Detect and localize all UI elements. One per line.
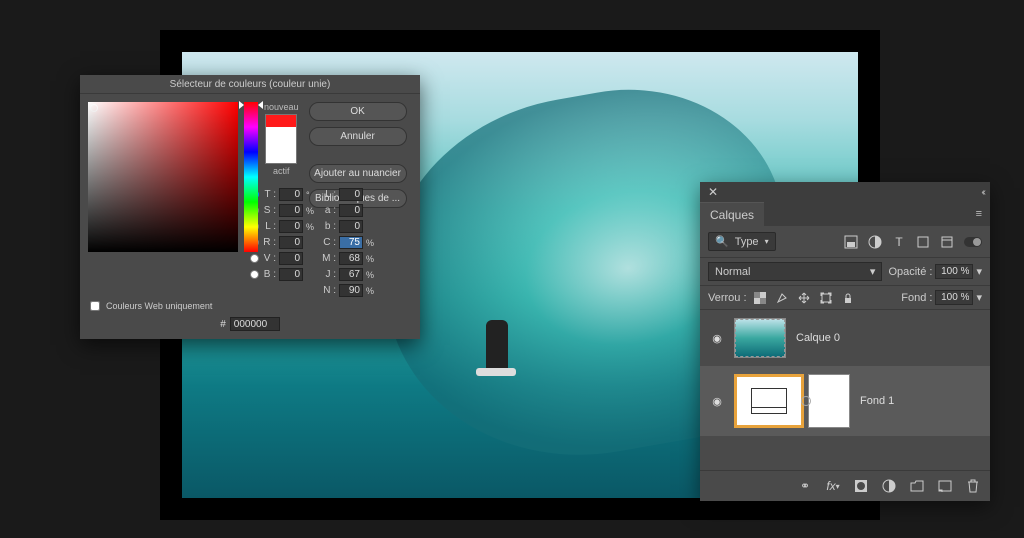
lock-label: Verrou : — [708, 292, 747, 304]
sv-cursor[interactable] — [90, 104, 98, 112]
chevron-down-icon[interactable]: ▾ — [976, 265, 982, 278]
filter-toggle[interactable] — [964, 237, 982, 247]
blend-mode-dropdown[interactable]: Normal ▾ — [708, 262, 882, 281]
web-colors-only-checkbox[interactable]: Couleurs Web uniquement — [90, 301, 412, 311]
black-input[interactable] — [339, 284, 363, 297]
fill-label: Fond : — [901, 292, 932, 304]
new-group-icon[interactable] — [910, 479, 924, 493]
filter-type-icon[interactable]: T — [892, 235, 906, 249]
visibility-toggle-icon[interactable]: ◉ — [710, 395, 724, 408]
layers-panel: ✕ ‹‹ Calques ≡ 🔍 Type ▾ T Normal ▾ Opaci… — [700, 182, 990, 501]
layer-thumbnail[interactable] — [734, 374, 804, 428]
ok-button[interactable]: OK — [309, 102, 407, 121]
add-mask-icon[interactable] — [854, 479, 868, 493]
add-to-swatches-button[interactable]: Ajouter au nuancier — [309, 164, 407, 183]
lab-a-input[interactable] — [339, 204, 363, 217]
yellow-input[interactable] — [339, 268, 363, 281]
filter-shape-icon[interactable] — [916, 235, 930, 249]
new-color-swatch[interactable] — [266, 115, 296, 139]
photo-surfer — [486, 320, 508, 370]
current-color-label: actif — [273, 166, 290, 176]
layers-tab[interactable]: Calques — [700, 202, 764, 226]
lab-b-input[interactable] — [339, 220, 363, 233]
hue-slider[interactable] — [244, 102, 258, 252]
new-layer-icon[interactable] — [938, 479, 952, 493]
blue-radio[interactable] — [250, 270, 259, 279]
green-input[interactable] — [279, 252, 303, 265]
blue-input[interactable] — [279, 268, 303, 281]
lightness-input[interactable] — [279, 220, 303, 233]
layer-filter-type-dropdown[interactable]: 🔍 Type ▾ — [708, 232, 776, 251]
lock-pixels-icon[interactable] — [775, 291, 789, 305]
current-color-swatch[interactable] — [266, 139, 296, 163]
dialog-title: Sélecteur de couleurs (couleur unie) — [80, 75, 420, 94]
layer-thumbnail[interactable] — [734, 318, 786, 358]
layer-name[interactable]: Fond 1 — [860, 395, 894, 407]
filter-adjustment-icon[interactable] — [868, 235, 882, 249]
lock-transparency-icon[interactable] — [753, 291, 767, 305]
lock-position-icon[interactable] — [797, 291, 811, 305]
fill-input[interactable] — [935, 290, 973, 305]
cancel-button[interactable]: Annuler — [309, 127, 407, 146]
close-panel-icon[interactable]: ✕ — [706, 185, 720, 199]
saturation-input[interactable] — [279, 204, 303, 217]
red-input[interactable] — [279, 236, 303, 249]
layer-row[interactable]: ◉ Calque 0 — [700, 310, 990, 366]
chevron-down-icon: ▾ — [765, 237, 769, 246]
visibility-toggle-icon[interactable]: ◉ — [710, 332, 724, 345]
layer-row[interactable]: ◉ Fond 1 — [700, 366, 990, 436]
link-layers-icon[interactable]: ⚭ — [798, 479, 812, 493]
filter-pixel-icon[interactable] — [844, 235, 858, 249]
collapse-panel-icon[interactable]: ‹‹ — [981, 187, 984, 198]
search-icon: 🔍 — [715, 235, 729, 248]
new-adjustment-layer-icon[interactable] — [882, 479, 896, 493]
lock-artboard-icon[interactable] — [819, 291, 833, 305]
delete-layer-icon[interactable] — [966, 479, 980, 493]
layer-list: ◉ Calque 0 ◉ Fond 1 — [700, 310, 990, 470]
lab-l-input[interactable] — [339, 188, 363, 201]
layer-name[interactable]: Calque 0 — [796, 332, 840, 344]
hex-input[interactable] — [230, 317, 280, 331]
filter-smartobject-icon[interactable] — [940, 235, 954, 249]
panel-menu-icon[interactable]: ≡ — [968, 208, 990, 220]
layer-mask-thumbnail[interactable] — [808, 374, 850, 428]
solid-fill-icon — [751, 388, 787, 414]
new-color-label: nouveau — [264, 102, 299, 112]
hue-input[interactable] — [279, 188, 303, 201]
opacity-label: Opacité : — [888, 266, 932, 278]
cyan-input[interactable] — [339, 236, 363, 249]
chevron-down-icon[interactable]: ▾ — [976, 291, 982, 304]
chevron-down-icon: ▾ — [870, 265, 876, 278]
layer-effects-icon[interactable]: fx▾ — [826, 479, 840, 493]
magenta-input[interactable] — [339, 252, 363, 265]
hex-prefix: # — [220, 319, 226, 330]
color-picker-dialog: Sélecteur de couleurs (couleur unie) nou… — [80, 75, 420, 339]
saturation-value-field[interactable] — [88, 102, 238, 252]
lock-all-icon[interactable] — [841, 291, 855, 305]
opacity-input[interactable] — [935, 264, 973, 279]
color-swatch-pair — [265, 114, 297, 164]
green-radio[interactable] — [250, 254, 259, 263]
